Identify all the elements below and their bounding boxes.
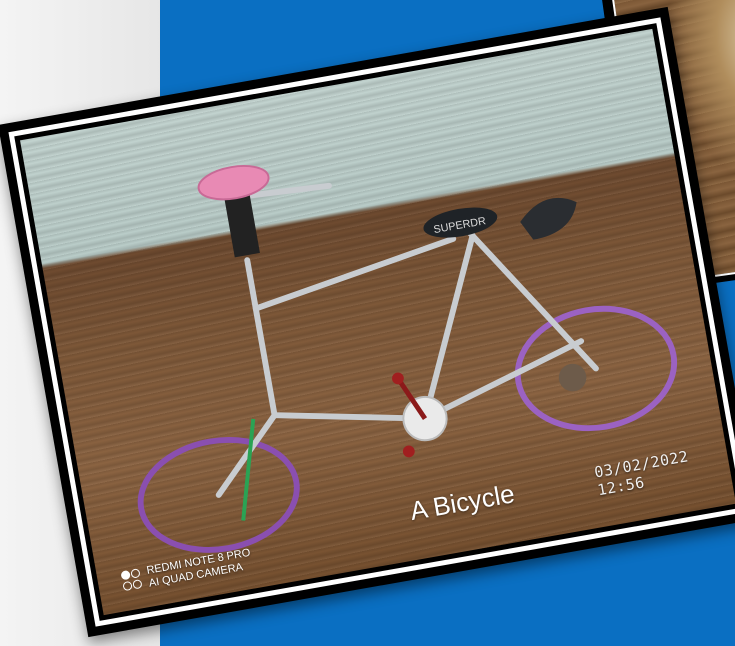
pink-seat	[197, 164, 270, 201]
crank-wheel	[402, 395, 448, 442]
front-hub	[558, 363, 587, 392]
handlebar-grip	[520, 197, 577, 240]
bicycle-model: SUPERDR	[137, 164, 678, 553]
bicycle-photo: SUPERDR A Bicycle 03/02/2022 12:56 REDMI…	[20, 28, 735, 616]
camera-logo-icon	[120, 568, 144, 593]
